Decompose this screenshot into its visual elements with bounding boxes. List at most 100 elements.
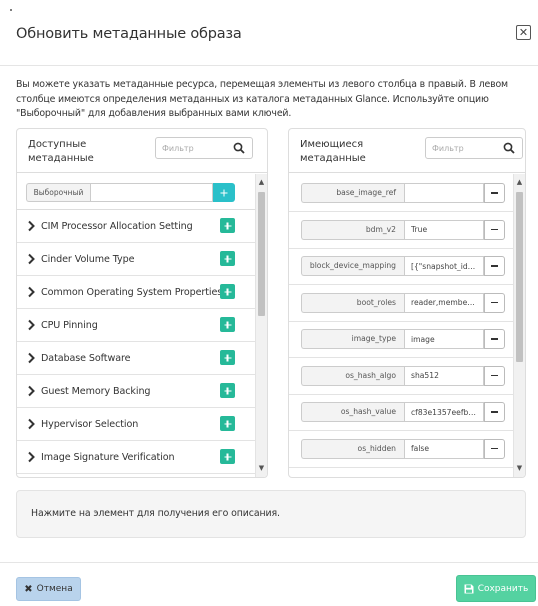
chevron-right-icon[interactable] (27, 220, 36, 232)
scrollbar-thumb[interactable] (516, 192, 523, 362)
metadata-value-input[interactable] (404, 402, 484, 422)
chevron-right-icon[interactable] (27, 352, 36, 364)
chevron-right-icon[interactable] (27, 253, 36, 265)
existing-scrollbar[interactable]: ▲ ▼ (513, 174, 525, 477)
metadata-item-label: Cinder Volume Type (41, 254, 135, 265)
remove-button[interactable] (484, 402, 505, 422)
remove-button[interactable] (484, 183, 505, 203)
add-button[interactable] (220, 449, 235, 464)
metadata-key-label: boot_roles (301, 292, 404, 313)
chevron-right-icon[interactable] (27, 385, 36, 397)
close-button[interactable]: ✕ (516, 25, 531, 40)
metadata-key-label: block_device_mapping (301, 256, 404, 276)
custom-key-row: Выборочный (17, 174, 256, 210)
search-icon[interactable] (233, 142, 245, 154)
available-metadata-item[interactable]: Hypervisor Selection (17, 408, 256, 441)
metadata-key-label: base_image_ref (301, 183, 404, 203)
scroll-down-arrow-icon[interactable]: ▼ (514, 462, 525, 474)
existing-metadata-panel: Имеющиеся метаданные base_image_ref bdm_v… (288, 128, 526, 478)
add-button[interactable] (220, 416, 235, 431)
plus-icon (224, 321, 231, 328)
plus-icon (224, 255, 231, 262)
plus-icon (224, 453, 231, 460)
available-metadata-item[interactable]: Guest Memory Backing (17, 375, 256, 408)
modal-description: Вы можете указать метаданные ресурса, пе… (16, 79, 508, 119)
available-metadata-panel: Доступные метаданные Выборочный CIM Proc… (16, 128, 268, 478)
metadata-value-input[interactable] (404, 256, 484, 276)
plus-icon (224, 387, 231, 394)
available-list[interactable]: Выборочный CIM Processor Allocation Sett… (17, 174, 267, 477)
description-box: Нажмите на элемент для получения его опи… (16, 490, 526, 538)
chevron-right-icon[interactable] (27, 418, 36, 430)
floppy-disk-icon (464, 584, 474, 593)
available-metadata-item[interactable]: CIM Processor Allocation Setting (17, 210, 256, 243)
metadata-value-input[interactable] (404, 438, 484, 459)
plus-icon (224, 420, 231, 427)
available-metadata-item[interactable]: Common Operating System Properties (17, 276, 256, 309)
chevron-right-icon[interactable] (27, 319, 36, 331)
existing-panel-header: Имеющиеся метаданные (289, 129, 525, 173)
metadata-item-label: Hypervisor Selection (41, 419, 139, 430)
modal-title: Обновить метаданные образа (16, 26, 242, 42)
existing-metadata-row: image_type (289, 322, 514, 358)
add-button[interactable] (220, 317, 235, 332)
plus-icon (224, 288, 231, 295)
metadata-item-label: Guest Memory Backing (41, 386, 151, 397)
custom-add-button[interactable] (213, 183, 235, 202)
remove-button[interactable] (484, 219, 505, 240)
metadata-item-label: Common Operating System Properties (41, 287, 223, 298)
search-icon[interactable] (503, 142, 515, 154)
remove-button[interactable] (484, 438, 505, 459)
metadata-value-input[interactable] (404, 365, 484, 386)
custom-key-label: Выборочный (26, 183, 90, 202)
metadata-key-label: image_type (301, 329, 404, 349)
metadata-value-input[interactable] (404, 329, 484, 349)
description-hint: Нажмите на элемент для получения его опи… (31, 508, 280, 519)
metadata-value-input[interactable] (404, 183, 484, 203)
available-panel-header: Доступные метаданные (17, 129, 267, 173)
remove-button[interactable] (484, 365, 505, 386)
metadata-item-label: Database Software (41, 353, 131, 364)
scroll-up-arrow-icon[interactable]: ▲ (256, 176, 267, 188)
available-panel-title: Доступные метаданные (28, 139, 94, 164)
scroll-up-arrow-icon[interactable]: ▲ (514, 176, 525, 188)
add-button[interactable] (220, 350, 235, 365)
remove-button[interactable] (484, 292, 505, 313)
available-metadata-item[interactable]: Image Signature Verification (17, 441, 256, 474)
scroll-down-arrow-icon[interactable]: ▼ (256, 462, 267, 474)
close-icon: ✕ (518, 26, 529, 39)
chevron-right-icon[interactable] (27, 286, 36, 298)
metadata-key-label: os_hash_value (301, 402, 404, 422)
add-button[interactable] (220, 218, 235, 233)
save-label: Сохранить (477, 583, 529, 594)
cancel-label: Отмена (36, 584, 73, 594)
add-button[interactable] (220, 251, 235, 266)
close-icon: ✖ (24, 583, 33, 595)
plus-icon (224, 222, 231, 229)
available-filter-input[interactable] (162, 141, 224, 155)
existing-list[interactable]: base_image_ref bdm_v2 block_device_mapping… (289, 174, 525, 477)
modal-header: Обновить метаданные образа ✕ (0, 0, 538, 66)
available-scrollbar[interactable]: ▲ ▼ (255, 174, 267, 477)
custom-key-input[interactable] (90, 183, 213, 202)
available-metadata-item[interactable]: CPU Pinning (17, 309, 256, 342)
modal-footer: ✖ Отмена Сохранить (0, 562, 538, 606)
remove-button[interactable] (484, 329, 505, 349)
existing-panel-title: Имеющиеся метаданные (300, 139, 366, 164)
metadata-value-input[interactable] (404, 219, 484, 240)
scrollbar-thumb[interactable] (258, 192, 265, 316)
available-metadata-item[interactable]: Cinder Volume Type (17, 243, 256, 276)
save-button[interactable]: Сохранить (456, 575, 536, 602)
decorative-dot (10, 9, 12, 11)
add-button[interactable] (220, 284, 235, 299)
metadata-key-label: bdm_v2 (301, 219, 404, 240)
metadata-value-input[interactable] (404, 292, 484, 313)
available-metadata-item[interactable]: Database Software (17, 342, 256, 375)
existing-metadata-row: block_device_mapping (289, 249, 514, 285)
add-button[interactable] (220, 383, 235, 398)
remove-button[interactable] (484, 256, 505, 276)
cancel-button[interactable]: ✖ Отмена (16, 577, 81, 601)
existing-filter-input[interactable] (432, 141, 494, 155)
chevron-right-icon[interactable] (27, 451, 36, 463)
metadata-key-label: os_hidden (301, 438, 404, 459)
